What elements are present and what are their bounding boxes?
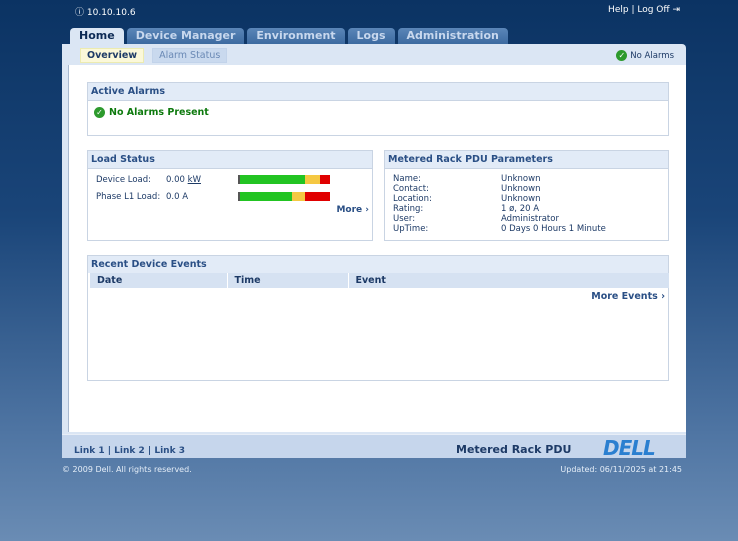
link-2[interactable]: Link 2: [114, 446, 145, 456]
content-area: Active Alarms ✓ No Alarms Present Load St…: [68, 65, 686, 432]
dell-logo: DELL: [603, 436, 656, 460]
parameter-value: Unknown: [501, 194, 541, 204]
green-segment: [240, 192, 293, 201]
red-segment: [320, 175, 330, 184]
parameter-row: Contact: Unknown: [393, 184, 660, 194]
parameter-label: Name:: [393, 174, 421, 184]
link-3[interactable]: Link 3: [154, 446, 185, 456]
recent-events-box: Recent Device Events Date Time Event Mor…: [87, 255, 670, 381]
load-status-box: Load Status Device Load: 0.00 kW Phase L…: [87, 150, 373, 241]
parameter-label: Rating:: [393, 204, 424, 214]
more-link[interactable]: More ›: [336, 205, 369, 215]
yellow-segment: [304, 175, 321, 184]
more-events-link[interactable]: More Events ›: [591, 291, 665, 302]
device-load-value: 0.00 kW: [166, 175, 201, 185]
ip-text: 10.10.10.6: [86, 8, 136, 18]
events-table: Date Time Event: [90, 273, 670, 288]
parameter-label: Location:: [393, 194, 432, 204]
check-icon: ✓: [94, 107, 105, 118]
logoff-icon[interactable]: ⇥: [672, 5, 680, 15]
subtab-overview[interactable]: Overview: [80, 48, 145, 63]
subtab-alarm-status[interactable]: Alarm Status: [152, 48, 228, 63]
pdu-parameters-box: Metered Rack PDU Parameters Name: Unknown…: [384, 150, 669, 241]
parameter-value: Unknown: [501, 174, 541, 184]
device-load-bar: [238, 175, 330, 184]
parameter-value: 0 Days 0 Hours 1 Minute: [501, 224, 606, 234]
parameter-value: Administrator: [501, 214, 559, 224]
parameter-value: 1 ø, 20 A: [501, 204, 540, 214]
tab-logs[interactable]: Logs: [347, 28, 395, 44]
column-time[interactable]: Time: [227, 273, 349, 288]
green-segment: [240, 175, 305, 184]
updated-timestamp: Updated: 06/11/2025 at 21:45: [560, 465, 682, 474]
sub-tabs: Overview Alarm Status: [80, 48, 228, 63]
product-name: Metered Rack PDU: [456, 443, 572, 456]
ip-address: ⓘ 10.10.10.6: [75, 8, 136, 18]
copyright: © 2009 Dell. All rights reserved.: [62, 465, 192, 474]
yellow-segment: [292, 192, 305, 201]
parameter-label: Contact:: [393, 184, 429, 194]
tab-environment[interactable]: Environment: [247, 28, 345, 44]
phase-load-label: Phase L1 Load:: [96, 192, 161, 202]
phase-load-bar: [238, 192, 330, 201]
pdu-parameters-title: Metered Rack PDU Parameters: [385, 151, 668, 169]
parameter-row: UpTime: 0 Days 0 Hours 1 Minute: [393, 224, 660, 234]
tab-device-manager[interactable]: Device Manager: [126, 28, 245, 44]
device-load-unit-link[interactable]: kW: [188, 175, 201, 185]
red-segment: [304, 192, 330, 201]
help-link[interactable]: Help: [608, 5, 629, 15]
logoff-link[interactable]: Log Off: [637, 5, 669, 15]
no-alarms-message: No Alarms Present: [109, 107, 209, 118]
parameter-label: UpTime:: [393, 224, 429, 234]
load-status-title: Load Status: [88, 151, 372, 169]
active-alarms-box: Active Alarms ✓ No Alarms Present: [87, 82, 669, 136]
parameter-row: User: Administrator: [393, 214, 660, 224]
device-load-number: 0.00: [166, 175, 185, 185]
main-tabs: Home Device Manager Environment Logs Adm…: [70, 28, 508, 44]
parameter-label: User:: [393, 214, 416, 224]
alarm-status-indicator[interactable]: ✓ No Alarms: [616, 50, 674, 61]
active-alarms-title: Active Alarms: [88, 83, 668, 101]
no-alarms-text: No Alarms: [630, 50, 674, 61]
parameter-row: Location: Unknown: [393, 194, 660, 204]
footer-links: Link 1 | Link 2 | Link 3: [74, 446, 185, 456]
tab-administration[interactable]: Administration: [397, 28, 508, 44]
recent-events-title: Recent Device Events: [88, 256, 668, 273]
parameter-row: Rating: 1 ø, 20 A: [393, 204, 660, 214]
link-1[interactable]: Link 1: [74, 446, 105, 456]
device-load-label: Device Load:: [96, 175, 152, 185]
phase-load-value: 0.0 A: [166, 192, 189, 202]
parameter-row: Name: Unknown: [393, 174, 660, 184]
check-icon: ✓: [616, 50, 628, 61]
tab-home[interactable]: Home: [70, 28, 124, 44]
column-date[interactable]: Date: [90, 273, 228, 288]
parameter-value: Unknown: [501, 184, 541, 194]
top-links: Help | Log Off ⇥: [608, 5, 680, 15]
column-event[interactable]: Event: [348, 273, 670, 288]
